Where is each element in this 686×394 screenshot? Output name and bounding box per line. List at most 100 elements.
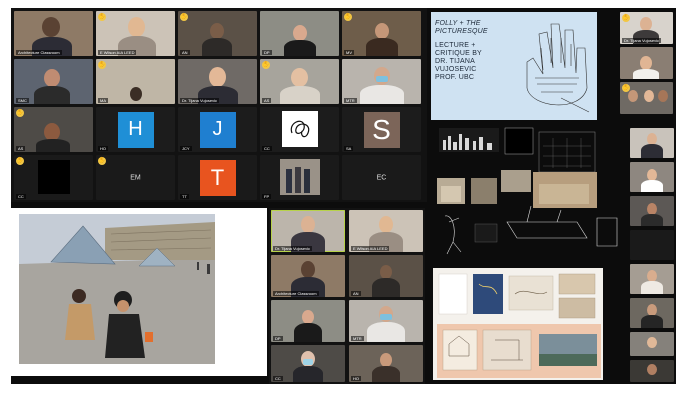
video-tile[interactable]	[630, 128, 674, 158]
video-tile[interactable]: ✋	[620, 82, 673, 114]
raise-hand-icon: ✋	[16, 109, 24, 117]
avatar	[282, 111, 318, 147]
participant-name: E Wilson AIA LEED	[351, 246, 390, 251]
video-tile[interactable]: SMC	[14, 59, 93, 104]
participant-sidebar	[628, 126, 676, 384]
video-tile[interactable]: S SA	[342, 107, 421, 152]
participant-name: TT	[180, 194, 189, 199]
participant-name: MA	[98, 98, 108, 103]
video-tile[interactable]: ✋ MA	[96, 59, 175, 104]
video-tile[interactable]: E Wilson AIA LEED	[349, 210, 423, 252]
gallery-view-top: Architecture Classroom ✋ E Wilson AIA LE…	[11, 8, 427, 202]
avatar: S	[363, 111, 400, 148]
zoom-collage: Architecture Classroom ✋ E Wilson AIA LE…	[11, 8, 676, 384]
shared-photo-slide	[11, 208, 267, 376]
avatar: T	[199, 159, 236, 196]
participant-name: MTR	[351, 336, 364, 341]
louvre-photo	[19, 214, 215, 364]
video-tile[interactable]: ✋ MV	[342, 11, 421, 56]
raise-hand-icon: ✋	[622, 84, 630, 92]
video-tile[interactable]: DP	[260, 11, 339, 56]
video-tile[interactable]: Dr. Tijana Vujosevic	[178, 59, 257, 104]
video-tile[interactable]: ✋ Dr. Tijana Vujosevic	[620, 12, 673, 44]
raise-hand-icon: ✋	[180, 13, 188, 21]
signature-icon	[290, 120, 310, 138]
participant-name: AN	[180, 50, 190, 55]
avatar: J	[199, 111, 236, 148]
participant-name: SA	[344, 146, 354, 151]
participant-name: Dr. Tijana Vujosevic	[180, 98, 219, 103]
video-tile[interactable]	[630, 298, 674, 328]
video-tile[interactable]: J JCY	[178, 107, 257, 152]
video-tile[interactable]: H HO	[96, 107, 175, 152]
video-tile[interactable]: CC	[271, 345, 345, 382]
participant-name: MV	[344, 50, 354, 55]
video-tile[interactable]: HO	[349, 345, 423, 382]
video-tile[interactable]: Dr. Tijana Vujosevic	[271, 210, 345, 252]
video-tile[interactable]: FP	[260, 155, 339, 200]
participant-name: Architecture Classroom	[273, 291, 319, 296]
gallery-view-middle: Dr. Tijana Vujosevic E Wilson AIA LEED A…	[269, 208, 425, 384]
avatar: H	[117, 111, 154, 148]
video-tile[interactable]: T TT	[178, 155, 257, 200]
video-tile[interactable]: ✋ AS	[14, 107, 93, 152]
shared-screen-board	[427, 126, 676, 260]
video-tile[interactable]: Architecture Classroom	[271, 255, 345, 297]
poster-slide: FOLLY + THE PICTURESQUE LECTURE + CRITIQ…	[431, 12, 597, 120]
participant-name: SMC	[16, 98, 29, 103]
architecture-board-graphic	[437, 127, 618, 255]
video-tile[interactable]: ✋ AS	[260, 59, 339, 104]
video-tile[interactable]: ✋ E Wilson AIA LEED	[96, 11, 175, 56]
participant-name: JCY	[180, 146, 192, 151]
raise-hand-icon: ✋	[262, 61, 270, 69]
participant-name: Dr. Tijana Vujosevic	[273, 246, 312, 251]
participant-name: CC	[262, 146, 272, 151]
video-tile[interactable]: MTR	[342, 59, 421, 104]
participant-name: Architecture Classroom	[16, 50, 62, 55]
blank-video	[38, 160, 70, 194]
hand-city-sketch-icon	[526, 23, 590, 113]
shared-screen-poster: FOLLY + THE PICTURESQUE LECTURE + CRITIQ…	[427, 8, 676, 123]
participant-name: HO	[351, 376, 361, 381]
video-tile[interactable]: DP	[271, 300, 345, 342]
raise-hand-icon: ✋	[98, 157, 106, 165]
video-tile[interactable]	[630, 162, 674, 192]
participant-name: DP	[273, 336, 283, 341]
video-tile[interactable]: AN	[349, 255, 423, 297]
video-tile[interactable]: Architecture Classroom	[14, 11, 93, 56]
participant-name: AS	[16, 146, 26, 151]
video-tile[interactable]: ✋ CC	[14, 155, 93, 200]
participant-name: CC	[16, 194, 26, 199]
video-tile[interactable]: MTR	[349, 300, 423, 342]
participant-name: DP	[262, 50, 272, 55]
participant-name: AN	[351, 291, 361, 296]
raise-hand-icon: ✋	[16, 157, 24, 165]
video-tile[interactable]	[630, 230, 674, 260]
participant-name: FP	[262, 194, 272, 199]
poster-title: FOLLY + THE PICTURESQUE LECTURE + CRITIQ…	[435, 20, 488, 81]
raise-hand-icon: ✋	[98, 13, 106, 21]
participant-name: CC	[273, 376, 283, 381]
participant-name: Dr. Tijana Vujosevic	[622, 38, 661, 43]
raise-hand-icon: ✋	[98, 61, 106, 69]
video-tile[interactable]	[630, 264, 674, 294]
group-photo	[280, 159, 320, 195]
participant-initials: EC	[376, 174, 387, 181]
video-tile[interactable]: CC	[260, 107, 339, 152]
video-tile[interactable]	[620, 47, 673, 79]
video-tile[interactable]: ✋ AN	[178, 11, 257, 56]
video-tile[interactable]	[630, 196, 674, 226]
shared-screen-presentation	[429, 264, 626, 384]
participant-name: HO	[98, 146, 108, 151]
video-tile[interactable]: EM ✋	[96, 155, 175, 200]
participant-initials: EM	[130, 174, 141, 181]
raise-hand-icon: ✋	[622, 14, 630, 22]
video-tile[interactable]	[630, 360, 674, 382]
video-tile[interactable]	[630, 332, 674, 356]
participant-name: MTR	[344, 98, 357, 103]
participant-name: E Wilson AIA LEED	[98, 50, 137, 55]
raise-hand-icon: ✋	[344, 13, 352, 21]
video-tile[interactable]: EC	[342, 155, 421, 200]
participant-name: AS	[262, 98, 272, 103]
presentation-board-graphic	[433, 268, 603, 380]
